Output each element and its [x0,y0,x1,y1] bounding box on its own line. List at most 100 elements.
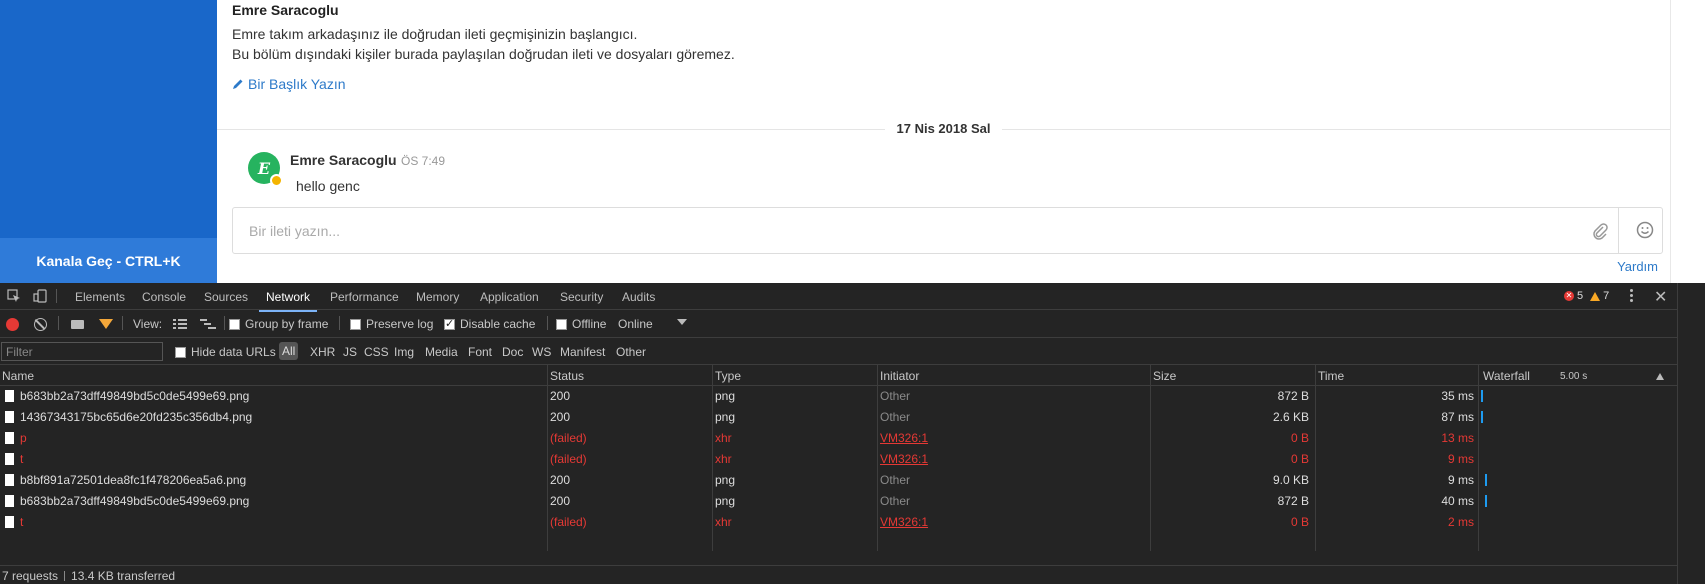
group-by-frame-checkbox[interactable]: Group by frame [229,317,328,331]
offline-box [556,318,567,330]
type-filter-doc[interactable]: Doc [502,345,523,359]
message-author[interactable]: Emre Saracoglu [290,152,397,168]
tab-console[interactable]: Console [142,290,186,304]
tab-network[interactable]: Network [258,290,318,312]
help-link[interactable]: Yardım [1617,259,1658,274]
warning-count: 7 [1603,290,1610,302]
message-body: hello genc [296,178,360,194]
table-row[interactable]: b683bb2a73dff49849bd5c0de5499e69.png 200 p… [0,386,1677,407]
tab-performance[interactable]: Performance [330,290,399,304]
filter-input[interactable] [1,342,163,361]
set-title-link[interactable]: Bir Başlık Yazın [232,76,346,92]
overview-icon[interactable] [200,318,216,330]
filter-icon[interactable] [99,319,113,329]
message-time: ÖS 7:49 [401,154,446,168]
column-waterfall[interactable]: Waterfall [1483,369,1530,383]
request-size: 2.6 KB [1272,410,1309,424]
table-row[interactable]: t (failed) xhr VM326:1 0 B 9 ms [0,449,1677,470]
request-name: t [20,515,24,529]
disable-cache-box [444,317,455,330]
type-filter-css[interactable]: CSS [364,345,389,359]
chevron-down-icon[interactable] [677,319,687,325]
tab-elements[interactable]: Elements [75,290,125,304]
waterfall-bar [1485,495,1487,507]
sort-ascending-icon[interactable] [1656,373,1664,380]
chat-app: Kanala Geç - CTRL+K Emre Saracoglu Emre … [0,0,1705,283]
preserve-log-box [350,318,361,330]
message-input[interactable] [233,208,1583,253]
large-rows-icon[interactable] [173,318,187,330]
clear-icon[interactable] [34,318,47,331]
request-status: 200 [550,494,571,508]
request-size: 872 B [1277,494,1309,508]
request-time: 2 ms [1447,515,1474,529]
column-time[interactable]: Time [1318,369,1344,383]
type-filter-other[interactable]: Other [616,345,646,359]
column-size[interactable]: Size [1153,369,1176,383]
file-icon [5,495,14,507]
table-row[interactable]: 14367343175bc65d6e20fd235c356db4.png 200 p… [0,407,1677,428]
request-status: (failed) [550,452,587,466]
capture-screenshots-icon[interactable] [71,320,84,329]
channel-switcher-button[interactable]: Kanala Geç - CTRL+K [0,238,217,283]
table-row[interactable]: p (failed) xhr VM326:1 0 B 13 ms [0,428,1677,449]
filter-bar: Hide data URLs All XHR JS CSS Img Media … [0,338,1677,365]
request-type: xhr [715,431,732,445]
type-filter-media[interactable]: Media [425,345,458,359]
close-devtools-icon[interactable]: ✕ [1654,287,1667,307]
avatar[interactable]: E [248,152,283,187]
type-filter-font[interactable]: Font [468,345,492,359]
request-initiator[interactable]: VM326:1 [880,452,928,466]
tab-application[interactable]: Application [480,290,539,304]
view-label: View: [133,317,163,331]
table-row[interactable]: t (failed) xhr VM326:1 0 B 2 ms [0,512,1677,533]
record-icon[interactable] [6,318,19,331]
device-toolbar-icon[interactable] [33,289,47,303]
date-divider-label: 17 Nis 2018 Sal [884,121,1003,136]
request-initiator[interactable]: VM326:1 [880,515,928,529]
paperclip-icon[interactable] [1590,221,1610,241]
network-toolbar: View: Group by frame Preserve log Disabl… [0,310,1677,338]
file-icon [5,453,14,465]
tab-memory[interactable]: Memory [416,290,459,304]
table-row[interactable]: b683bb2a73dff49849bd5c0de5499e69.png 200 p… [0,491,1677,512]
group-by-frame-box [229,318,240,330]
network-summary: 7 requests 13.4 KB transferred [0,565,1677,584]
column-initiator[interactable]: Initiator [880,369,919,383]
column-type[interactable]: Type [715,369,741,383]
page-scrollbar[interactable] [1670,0,1705,283]
intro-text-1: Emre takım arkadaşınız ile doğrudan ilet… [232,26,638,42]
request-name: t [20,452,24,466]
devtools-panel: Elements Console Sources Network Perform… [0,283,1705,584]
waterfall-bar [1485,474,1487,486]
date-divider: 17 Nis 2018 Sal [217,120,1670,138]
tab-audits[interactable]: Audits [622,290,655,304]
column-status[interactable]: Status [550,369,584,383]
type-filter-ws[interactable]: WS [532,345,551,359]
type-filter-img[interactable]: Img [394,345,414,359]
throttling-select[interactable]: Online [618,317,653,331]
set-title-label: Bir Başlık Yazın [248,76,346,92]
type-filter-manifest[interactable]: Manifest [560,345,605,359]
type-filter-js[interactable]: JS [343,345,357,359]
tab-sources[interactable]: Sources [204,290,248,304]
type-filter-all[interactable]: All [279,342,299,360]
more-options-icon[interactable] [1628,289,1634,303]
table-row[interactable]: b8bf891a72501dea8fc1f478206ea5a6.png 200 p… [0,470,1677,491]
column-name[interactable]: Name [2,369,34,383]
request-name: b8bf891a72501dea8fc1f478206ea5a6.png [20,473,247,487]
disable-cache-checkbox[interactable]: Disable cache [444,317,535,331]
request-time: 9 ms [1447,452,1474,466]
hide-data-urls-box [175,346,186,358]
tab-security[interactable]: Security [560,290,603,304]
inspect-element-icon[interactable] [7,289,21,303]
preserve-log-checkbox[interactable]: Preserve log [350,317,433,331]
emoji-icon[interactable] [1635,220,1655,240]
hide-data-urls-checkbox[interactable]: Hide data URLs [175,345,276,359]
request-initiator: Other [880,494,911,508]
file-icon [5,474,14,486]
type-filter-xhr[interactable]: XHR [310,345,335,359]
offline-checkbox[interactable]: Offline [556,317,606,331]
console-counts[interactable]: ✕ 5 7 [1564,290,1609,302]
request-initiator[interactable]: VM326:1 [880,431,928,445]
